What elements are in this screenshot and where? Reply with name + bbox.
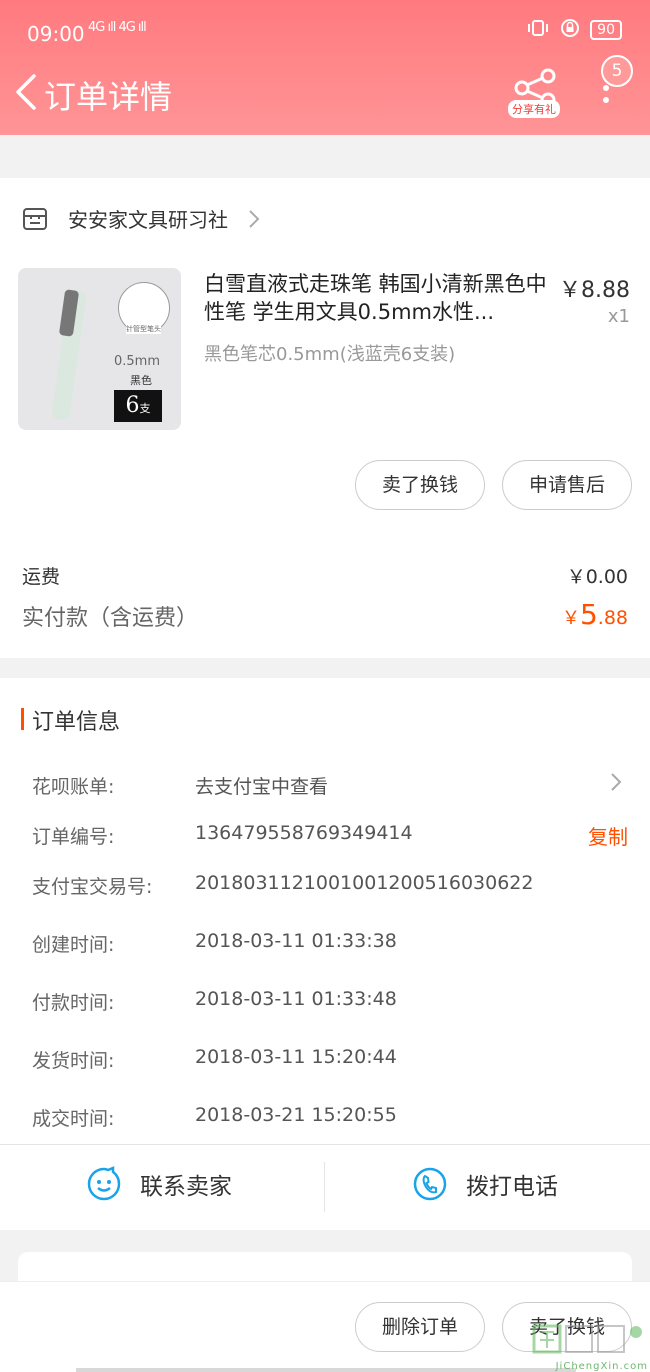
contact-seller-button[interactable]: 联系卖家 bbox=[86, 1166, 232, 1202]
row-key: 付款时间: bbox=[32, 992, 115, 1014]
thumb-tag: 针管型笔头 bbox=[126, 324, 161, 334]
delete-order-button[interactable]: 删除订单 bbox=[355, 1302, 485, 1352]
message-badge[interactable]: 5 bbox=[601, 55, 633, 87]
after-sale-button[interactable]: 申请售后 bbox=[502, 460, 632, 510]
paid-currency: ￥ bbox=[561, 608, 580, 629]
chat-face-icon bbox=[87, 1166, 121, 1201]
row-value: 2018-03-11 01:33:48 bbox=[195, 988, 397, 1010]
store-name[interactable]: 安安家文具研习社 bbox=[68, 204, 228, 233]
status-bar: 09:00 4G ıll 4G ıll 90 bbox=[0, 14, 650, 54]
home-indicator bbox=[76, 1368, 576, 1372]
lock-icon bbox=[560, 18, 580, 42]
row-value: 去支付宝中查看 bbox=[195, 776, 329, 798]
vertical-divider bbox=[324, 1162, 325, 1212]
row-key: 订单编号: bbox=[32, 826, 115, 848]
store-icon bbox=[23, 207, 47, 230]
watermark-text: JiChengXin.com bbox=[555, 1361, 648, 1372]
divider bbox=[0, 1144, 650, 1145]
product-title[interactable]: 白雪直液式走珠笔 韩国小清新黑色中性笔 学生用文具0.5mm水性... bbox=[204, 270, 554, 326]
vibrate-icon bbox=[526, 18, 550, 42]
row-value: 136479558769349414 bbox=[195, 822, 413, 844]
page-title: 订单详情 bbox=[44, 78, 173, 116]
thumb-unit: 支 bbox=[139, 402, 151, 415]
back-icon[interactable] bbox=[12, 72, 42, 112]
row-value: 2018-03-21 15:20:55 bbox=[195, 1104, 397, 1126]
store-link[interactable]: 安安家文具研习社 bbox=[22, 204, 260, 233]
row-key: 花呗账单: bbox=[32, 776, 115, 798]
order-item-card: 安安家文具研习社 针管型笔头 0.5mm 黑色 6支 白雪直液式走珠笔 韩国小清… bbox=[0, 178, 650, 658]
product-thumbnail[interactable]: 针管型笔头 0.5mm 黑色 6支 bbox=[18, 268, 181, 430]
shipping-value: ￥0.00 bbox=[566, 566, 628, 588]
row-value: 2018-03-11 15:20:44 bbox=[195, 1046, 397, 1068]
paid-int: 5 bbox=[579, 598, 598, 631]
signal-icon: 4G ıll 4G ıll bbox=[88, 20, 147, 35]
thumb-size: 0.5mm bbox=[114, 354, 161, 369]
row-key: 创建时间: bbox=[32, 934, 115, 956]
row-key: 发货时间: bbox=[32, 1050, 115, 1072]
thumb-color: 黑色 bbox=[130, 374, 152, 387]
chevron-right-icon bbox=[249, 209, 260, 228]
call-phone-button[interactable]: 拨打电话 bbox=[412, 1166, 558, 1202]
phone-icon bbox=[413, 1167, 447, 1201]
paid-amount: ￥5.88 bbox=[562, 598, 628, 631]
call-phone-label: 拨打电话 bbox=[466, 1174, 558, 1200]
bottom-action-bar: 删除订单 卖了换钱 JiChengXin.com bbox=[0, 1281, 650, 1372]
status-right: 90 bbox=[526, 18, 622, 42]
product-price: ￥8.88 bbox=[559, 278, 630, 303]
sell-button[interactable]: 卖了换钱 bbox=[355, 460, 485, 510]
row-value: 2018-03-11 01:33:38 bbox=[195, 930, 397, 952]
order-info-card: 订单信息 花呗账单: 去支付宝中查看 订单编号: 136479558769349… bbox=[0, 678, 650, 1230]
chevron-right-icon[interactable] bbox=[610, 772, 622, 792]
share-label[interactable]: 分享有礼 bbox=[508, 100, 560, 118]
copy-button[interactable]: 复制 bbox=[588, 821, 628, 850]
product-quantity: x1 bbox=[607, 306, 630, 327]
more-menu-icon[interactable] bbox=[598, 82, 614, 112]
row-value: 2018031121001001200516030622 bbox=[195, 872, 534, 894]
row-key: 支付宝交易号: bbox=[32, 876, 153, 898]
row-key: 成交时间: bbox=[32, 1108, 115, 1130]
thumb-count-box: 6支 bbox=[114, 390, 162, 422]
section-accent-bar bbox=[21, 708, 24, 730]
thumb-count: 6 bbox=[125, 393, 140, 418]
battery-icon: 90 bbox=[590, 20, 622, 40]
status-time: 09:00 bbox=[27, 22, 85, 46]
shipping-label: 运费 bbox=[22, 566, 61, 588]
contact-seller-label: 联系卖家 bbox=[140, 1174, 232, 1200]
order-info-title: 订单信息 bbox=[32, 710, 121, 735]
product-spec: 黑色笔芯0.5mm(浅蓝壳6支装) bbox=[204, 344, 456, 365]
paid-dec: .88 bbox=[597, 607, 628, 629]
app-header: 09:00 4G ıll 4G ıll 90 订单详情 分享有礼 5 bbox=[0, 0, 650, 135]
paid-label: 实付款（含运费） bbox=[22, 606, 199, 631]
